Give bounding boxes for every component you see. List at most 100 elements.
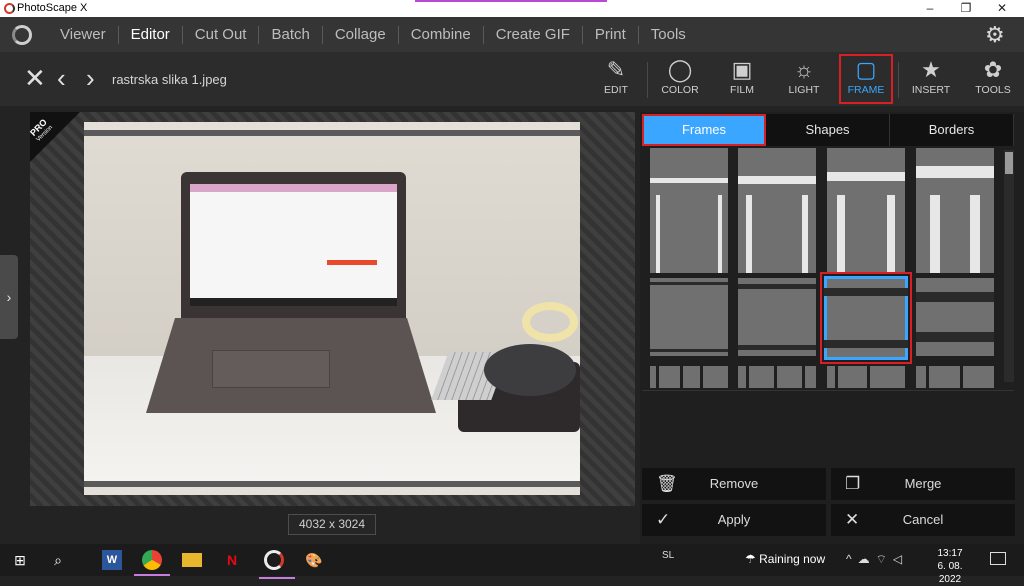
frame-thumbnail[interactable] bbox=[650, 278, 728, 356]
close-window-button[interactable]: ✕ bbox=[984, 0, 1020, 17]
main-nav: Viewer Editor Cut Out Batch Collage Comb… bbox=[48, 17, 698, 52]
system-tray-icons[interactable]: ^☁⌔◁ bbox=[846, 552, 908, 567]
remove-button[interactable]: 🗑 Remove bbox=[642, 468, 826, 500]
weather-widget[interactable]: ☂ Raining now bbox=[745, 552, 825, 566]
maximize-button[interactable]: ❐ bbox=[948, 0, 984, 17]
windows-taskbar: ⊞ ⌕ W N 🎨 SL ☂ Raining now ^☁⌔◁ 13:17 6.… bbox=[0, 544, 1024, 585]
tool-frame-button[interactable]: ▢ FRAME bbox=[839, 54, 893, 104]
remove-label: Remove bbox=[709, 476, 759, 491]
nav-collage[interactable]: Collage bbox=[321, 25, 398, 44]
tool-edit-button[interactable]: ✎ EDIT bbox=[590, 56, 642, 102]
nav-cut-out[interactable]: Cut Out bbox=[181, 25, 259, 44]
frame-thumbnail[interactable] bbox=[827, 366, 905, 388]
window-title: PhotoScape X bbox=[17, 2, 88, 14]
nav-editor[interactable]: Editor bbox=[117, 25, 182, 44]
nav-print[interactable]: Print bbox=[581, 25, 638, 44]
tab-frames[interactable]: Frames bbox=[642, 114, 766, 146]
thumbnail-scrollbar[interactable] bbox=[1004, 150, 1014, 382]
tool-color-label: COLOR bbox=[661, 84, 699, 96]
photoscape-logo-icon[interactable] bbox=[12, 25, 32, 45]
frame-thumbnail[interactable] bbox=[916, 366, 994, 388]
thumbnail-scroll-thumb[interactable] bbox=[1005, 152, 1013, 174]
minimize-button[interactable]: – bbox=[912, 0, 948, 17]
frame-icon: ▢ bbox=[855, 57, 877, 82]
apply-label: Apply bbox=[717, 512, 751, 527]
photo-tape-roll bbox=[522, 302, 578, 342]
search-icon[interactable]: ⌕ bbox=[48, 550, 68, 570]
close-file-icon[interactable]: ✕ bbox=[24, 64, 46, 92]
title-accent-bar bbox=[415, 0, 607, 2]
film-icon: ▣ bbox=[731, 57, 753, 82]
notification-icon[interactable] bbox=[990, 552, 1006, 565]
photoscape-app-icon[interactable] bbox=[259, 550, 295, 579]
frame-thumbnail[interactable] bbox=[827, 195, 905, 273]
title-bar: PhotoScape X – ❐ ✕ bbox=[0, 0, 1024, 17]
edit-icon: ✎ bbox=[606, 57, 626, 82]
tool-film-label: FILM bbox=[730, 84, 754, 96]
nav-create-gif[interactable]: Create GIF bbox=[482, 25, 582, 44]
tool-light-button[interactable]: ☼ LIGHT bbox=[778, 56, 830, 102]
frame-thumbnail[interactable] bbox=[738, 195, 816, 273]
expand-sidebar-chevron-icon[interactable]: › bbox=[0, 255, 18, 339]
tool-edit-label: EDIT bbox=[604, 84, 628, 96]
frame-thumbnail[interactable] bbox=[650, 195, 728, 273]
photo-preview bbox=[84, 122, 580, 495]
tab-shapes[interactable]: Shapes bbox=[766, 114, 890, 146]
panel-divider bbox=[642, 390, 1014, 391]
windows-start-icon[interactable]: ⊞ bbox=[10, 550, 30, 570]
tool-insert-button[interactable]: ★ INSERT bbox=[905, 56, 957, 102]
frame-thumbnail[interactable] bbox=[650, 366, 728, 388]
keyboard-language[interactable]: SL bbox=[662, 550, 674, 561]
settings-gear-icon[interactable]: ⚙ bbox=[985, 22, 1005, 48]
app-logo-icon bbox=[4, 3, 15, 14]
tool-light-label: LIGHT bbox=[788, 84, 820, 96]
nav-viewer[interactable]: Viewer bbox=[48, 26, 118, 44]
tool-insert-label: INSERT bbox=[911, 84, 951, 96]
tool-color-button[interactable]: ◯ COLOR bbox=[654, 56, 706, 102]
tools-palette-icon: ✿ bbox=[983, 57, 1003, 82]
file-explorer-icon[interactable] bbox=[182, 553, 202, 567]
frame-thumbnail[interactable] bbox=[738, 366, 816, 388]
photo-screen-button bbox=[327, 260, 377, 265]
image-dimensions: 4032 x 3024 bbox=[288, 514, 376, 535]
netflix-app-icon[interactable]: N bbox=[222, 550, 242, 570]
color-icon: ◯ bbox=[667, 57, 693, 82]
toolbar-divider bbox=[898, 62, 899, 98]
merge-label: Merge bbox=[904, 476, 942, 491]
tool-frame-label: FRAME bbox=[847, 84, 885, 96]
frame-thumbnail[interactable] bbox=[738, 278, 816, 356]
main-menu-bar: Viewer Editor Cut Out Batch Collage Comb… bbox=[0, 17, 1024, 52]
frame-bottom-line bbox=[84, 481, 580, 487]
photo-touchpad bbox=[212, 350, 330, 388]
paint-app-icon[interactable]: 🎨 bbox=[304, 550, 324, 570]
clock-time: 13:17 bbox=[937, 548, 963, 559]
frame-thumbnail[interactable] bbox=[916, 195, 994, 273]
clock[interactable]: 13:17 6. 08. 2022 bbox=[928, 547, 972, 586]
word-app-icon[interactable]: W bbox=[102, 550, 122, 570]
toolbar-divider bbox=[647, 62, 648, 98]
panel-tabs: Frames Shapes Borders bbox=[642, 114, 1014, 146]
editor-toolbar: ✕ ‹ › rastrska slika 1.jpeg ✎ EDIT ◯ COL… bbox=[0, 52, 1024, 106]
nav-batch[interactable]: Batch bbox=[258, 25, 321, 44]
nav-tools[interactable]: Tools bbox=[637, 25, 698, 44]
frame-thumbnail[interactable] bbox=[916, 278, 994, 356]
umbrella-icon: ☂ bbox=[745, 552, 756, 566]
next-image-icon[interactable]: › bbox=[86, 64, 95, 92]
selected-frame-highlight bbox=[820, 272, 912, 364]
weather-text: Raining now bbox=[759, 552, 826, 566]
chrome-app-icon[interactable] bbox=[134, 550, 170, 576]
tab-borders[interactable]: Borders bbox=[890, 114, 1014, 146]
tool-film-button[interactable]: ▣ FILM bbox=[716, 56, 768, 102]
photo-laptop-screen bbox=[190, 184, 397, 305]
tool-tools-button[interactable]: ✿ TOOLS bbox=[967, 56, 1019, 102]
photo-mouse bbox=[484, 344, 576, 396]
cancel-label: Cancel bbox=[902, 512, 944, 527]
photo-screen-taskbar bbox=[190, 298, 397, 306]
previous-image-icon[interactable]: ‹ bbox=[57, 64, 66, 92]
apply-button[interactable]: ✓ Apply bbox=[642, 504, 826, 536]
merge-button[interactable]: ❐ Merge bbox=[831, 468, 1015, 500]
tool-tools-label: TOOLS bbox=[975, 84, 1011, 96]
cancel-button[interactable]: ✕ Cancel bbox=[831, 504, 1015, 536]
light-icon: ☼ bbox=[793, 57, 815, 82]
nav-combine[interactable]: Combine bbox=[397, 25, 483, 44]
